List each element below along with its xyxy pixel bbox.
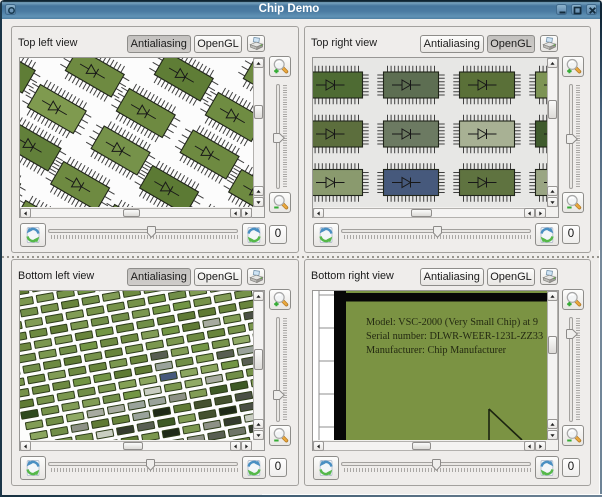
svg-text:Serial number: DLWR-WEER-123L-: Serial number: DLWR-WEER-123L-ZZ33 — [366, 331, 543, 342]
svg-text:Model: VSC-2000 (Very Small Ch: Model: VSC-2000 (Very Small Chip) at 9 — [366, 317, 538, 328]
svg-text:Manufacturer: Chip Manufacture: Manufacturer: Chip Manufacturer — [366, 345, 507, 356]
